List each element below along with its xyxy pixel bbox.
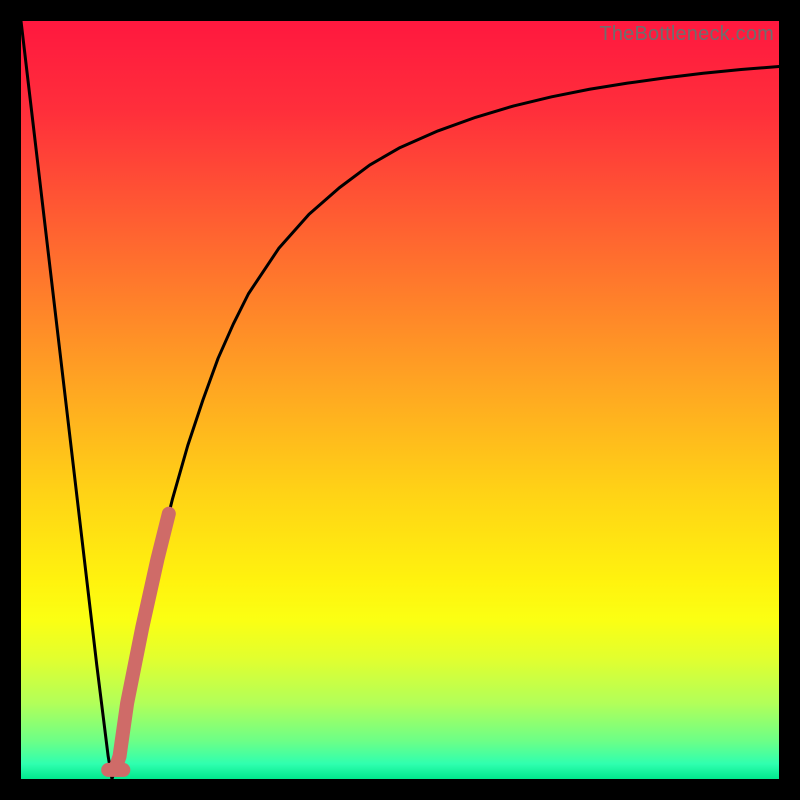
outer-frame: TheBottleneck.com (0, 0, 800, 800)
watermark-text: TheBottleneck.com (599, 23, 774, 46)
chart-curves (21, 21, 779, 779)
highlight-segment (116, 514, 169, 768)
plot-area: TheBottleneck.com (21, 21, 779, 779)
